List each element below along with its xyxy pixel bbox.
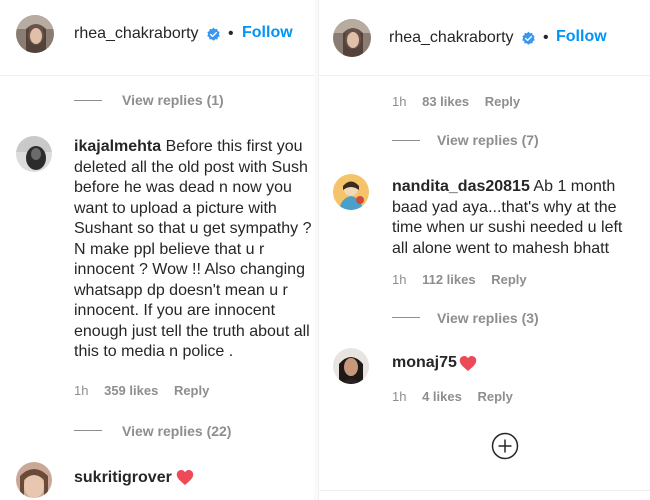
comment-username[interactable]: sukritigrover <box>74 469 172 486</box>
reply-button[interactable]: Reply <box>174 383 209 398</box>
reply-button[interactable]: Reply <box>485 94 520 109</box>
likes-count[interactable]: 359 likes <box>104 383 158 398</box>
separator-dot: • <box>543 29 549 46</box>
follow-button[interactable]: Follow <box>242 24 293 42</box>
left-comment-panel: rhea_chakraborty • Follow View replies (… <box>0 0 314 500</box>
comment-body: sukritigrover <box>74 468 172 489</box>
comment-body: monaj75 <box>392 353 457 374</box>
view-replies-button[interactable]: View replies (22) <box>122 423 231 439</box>
replies-line <box>74 100 102 101</box>
comment-time: 1h <box>392 94 407 109</box>
comment-time: 1h <box>392 272 407 287</box>
heart-icon <box>459 356 477 371</box>
comment-time: 1h <box>392 389 407 404</box>
commenter-avatar[interactable] <box>333 174 369 210</box>
likes-count[interactable]: 83 likes <box>422 94 469 109</box>
add-circle-icon[interactable] <box>491 432 519 460</box>
comment-time: 1h <box>74 383 89 398</box>
view-replies-button[interactable]: View replies (7) <box>437 132 539 148</box>
likes-count[interactable]: 4 likes <box>422 389 462 404</box>
comment-username[interactable]: nandita_das20815 <box>392 178 530 195</box>
commenter-avatar[interactable] <box>16 136 52 172</box>
comment-text: Before this first you deleted all the ol… <box>74 138 312 360</box>
comment-meta: 1h 83 likes Reply <box>392 94 520 109</box>
comment-body: nandita_das20815 Ab 1 month baad yad aya… <box>392 177 642 259</box>
comment-username[interactable]: monaj75 <box>392 354 457 371</box>
replies-line <box>74 430 102 431</box>
comment-body: ikajalmehta Before this first you delete… <box>74 137 314 363</box>
post-header: rhea_chakraborty • Follow <box>319 0 650 76</box>
likes-count[interactable]: 112 likes <box>422 272 476 287</box>
commenter-avatar[interactable] <box>333 348 369 384</box>
separator-dot: • <box>228 25 234 42</box>
reply-button[interactable]: Reply <box>477 389 512 404</box>
follow-button[interactable]: Follow <box>556 28 607 46</box>
post-header: rhea_chakraborty • Follow <box>0 0 314 76</box>
right-comment-panel: rhea_chakraborty • Follow 1h 83 likes Re… <box>318 0 650 500</box>
bottom-divider <box>319 490 650 491</box>
replies-line <box>392 317 420 318</box>
commenter-avatar[interactable] <box>16 462 52 498</box>
heart-icon <box>176 470 194 485</box>
comment-username[interactable]: ikajalmehta <box>74 138 161 155</box>
comment-meta: 1h 359 likes Reply <box>74 383 209 398</box>
verified-badge-icon <box>207 27 220 41</box>
verified-badge-icon <box>522 31 535 45</box>
view-replies-button[interactable]: View replies (1) <box>122 92 224 108</box>
reply-button[interactable]: Reply <box>491 272 526 287</box>
comment-meta: 1h 112 likes Reply <box>392 272 527 287</box>
comment-meta: 1h 4 likes Reply <box>392 389 513 404</box>
profile-avatar[interactable] <box>333 19 371 57</box>
header-username[interactable]: rhea_chakraborty <box>74 25 199 43</box>
view-replies-button[interactable]: View replies (3) <box>437 310 539 326</box>
replies-line <box>392 140 420 141</box>
profile-avatar[interactable] <box>16 15 54 53</box>
header-username[interactable]: rhea_chakraborty <box>389 29 514 47</box>
